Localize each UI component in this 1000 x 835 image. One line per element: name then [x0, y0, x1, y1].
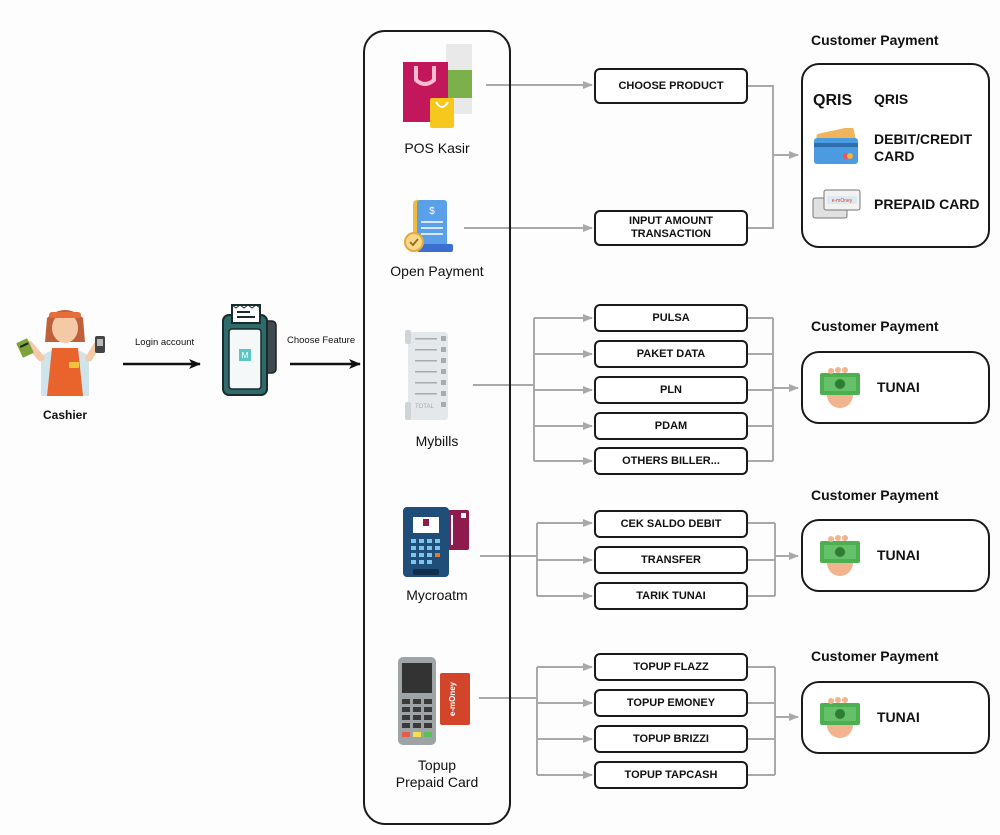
merge-line-1: [748, 85, 774, 229]
svg-text:e-mOney: e-mOney: [832, 198, 853, 204]
payment-title-3: Customer Payment: [811, 487, 939, 503]
prepaid-terminal-icon: e-mOney: [398, 657, 470, 745]
cashier-label: Cashier: [42, 408, 88, 422]
step-topup-flazz[interactable]: TOPUP FLAZZ: [594, 653, 748, 681]
total-text: TOTAL: [415, 404, 434, 410]
payment-label-tunai-3: TUNAI: [877, 547, 920, 563]
cash-hand-icon: [820, 367, 860, 408]
emoney-text: e-mOney: [448, 681, 457, 716]
payment-option-tunai-4[interactable]: TUNAI: [818, 695, 920, 740]
choose-feature-label: Choose Feature: [287, 335, 356, 346]
cashier: Cashier: [15, 300, 115, 425]
payment-title-4: Customer Payment: [811, 648, 939, 664]
shopping-bags-icon: [403, 44, 472, 128]
feature-open-payment[interactable]: $ Open Payment: [363, 195, 511, 285]
cash-hand-icon: [820, 535, 860, 576]
payment-label-tunai-4: TUNAI: [877, 709, 920, 725]
credit-card-icon: [814, 128, 858, 164]
payment-title-1: Customer Payment: [811, 32, 939, 48]
payment-title-2: Customer Payment: [811, 318, 939, 334]
step-tarik-tunai[interactable]: TARIK TUNAI: [594, 582, 748, 610]
payment-label-debit-credit: DEBIT/CREDIT CARD: [874, 131, 972, 164]
step-topup-emoney[interactable]: TOPUP EMONEY: [594, 689, 748, 717]
step-topup-brizzi[interactable]: TOPUP BRIZZI: [594, 725, 748, 753]
payment-option-debit-credit[interactable]: DEBIT/CREDIT CARD: [812, 128, 972, 168]
card-terminal-icon: [403, 507, 469, 577]
step-transfer[interactable]: TRANSFER: [594, 546, 748, 574]
login-account-label: Login account: [135, 337, 195, 348]
edc-device[interactable]: M: [220, 303, 280, 398]
invoice-payment-icon: $: [404, 200, 453, 252]
feature-label-mycroatm: Mycroatm: [406, 587, 468, 603]
step-others-biller[interactable]: OTHERS BILLER...: [594, 447, 748, 475]
qris-logo-icon: QRIS: [813, 92, 852, 109]
svg-text:QRIS: QRIS: [813, 92, 852, 109]
cashier-icon: [16, 310, 105, 396]
step-pulsa[interactable]: PULSA: [594, 304, 748, 332]
feature-pos-kasir[interactable]: POS Kasir: [363, 40, 511, 160]
step-cek-saldo-debit[interactable]: CEK SALDO DEBIT: [594, 510, 748, 538]
step-pdam[interactable]: PDAM: [594, 412, 748, 440]
feature-label-mybills: Mybills: [415, 433, 459, 449]
payment-option-prepaid-card[interactable]: e-mOney PREPAID CARD: [812, 188, 980, 220]
step-input-amount-transaction[interactable]: INPUT AMOUNT TRANSACTION: [594, 210, 748, 246]
svg-text:M: M: [242, 351, 249, 360]
edc-device-icon: M: [222, 304, 277, 396]
cash-hand-icon: [820, 697, 860, 738]
prepaid-card-icon: e-mOney: [812, 189, 861, 219]
step-paket-data[interactable]: PAKET DATA: [594, 340, 748, 368]
step-choose-product[interactable]: CHOOSE PRODUCT: [594, 68, 748, 104]
payment-label-prepaid-card: PREPAID CARD: [874, 195, 980, 212]
svg-text:$: $: [429, 206, 435, 217]
payment-option-qris[interactable]: QRIS QRIS: [812, 89, 909, 110]
feature-label-open-payment: Open Payment: [390, 263, 484, 279]
step-pln[interactable]: PLN: [594, 376, 748, 404]
bill-receipt-icon: TOTAL: [405, 330, 448, 420]
payment-label-tunai-2: TUNAI: [877, 379, 920, 395]
payment-option-tunai-3[interactable]: TUNAI: [818, 533, 920, 578]
payment-label-qris: QRIS: [874, 90, 909, 107]
feature-mycroatm[interactable]: Mycroatm: [363, 505, 511, 605]
feature-label-topup-prepaid-card: Topup Prepaid Card: [395, 757, 479, 790]
feature-mybills[interactable]: TOTAL Mybills: [363, 328, 511, 453]
step-topup-tapcash[interactable]: TOPUP TAPCASH: [594, 761, 748, 789]
payment-option-tunai-2[interactable]: TUNAI: [818, 365, 920, 410]
feature-label-pos-kasir: POS Kasir: [404, 140, 470, 156]
feature-topup-prepaid-card[interactable]: e-mOney Topup Prepaid Card: [363, 655, 511, 795]
